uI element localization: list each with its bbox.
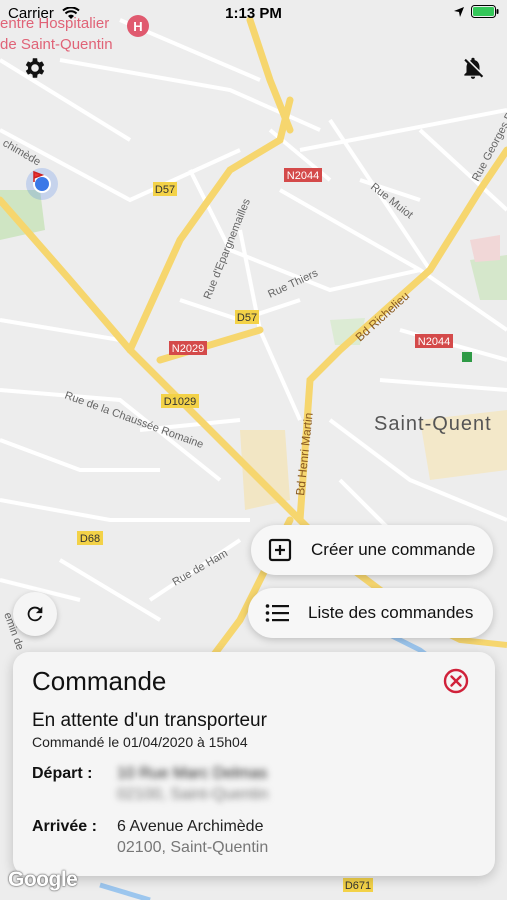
road-badge-d57-a: D57 [155, 184, 175, 196]
road-badge-d671: D671 [345, 880, 371, 892]
arrival-address-line2: 02100, Saint-Quentin [117, 839, 269, 856]
order-date: Commandé le 01/04/2020 à 15h04 [32, 734, 248, 750]
road-badge-d68: D68 [80, 533, 100, 545]
create-order-label: Créer une commande [311, 540, 476, 559]
road-badge-n2044-b: N2044 [418, 336, 450, 348]
settings-button[interactable] [17, 50, 53, 86]
road-badge-n2029: N2029 [172, 343, 204, 355]
gear-icon [25, 58, 45, 78]
arrival-address-line1: 6 Avenue Archimède [117, 818, 264, 835]
departure-address-line2: 02100, Saint-Quentin [117, 786, 269, 803]
close-icon[interactable] [441, 666, 471, 696]
departure-address-line1: 10 Rue Marc Delmas [117, 765, 268, 782]
map-label-city: Saint-Quent [374, 413, 492, 435]
departure-label: Départ : [32, 765, 93, 782]
list-icon [262, 598, 292, 628]
bell-off-icon [464, 57, 484, 79]
notifications-off-button[interactable] [455, 50, 491, 86]
status-bar: Carrier 1:13 PM [0, 0, 507, 28]
refresh-icon [27, 606, 43, 622]
order-status: En attente d'un transporteur [32, 710, 267, 731]
google-attribution[interactable]: Google [8, 868, 78, 892]
road-badge-n2044-a: N2044 [287, 170, 319, 182]
plus-box-icon [265, 535, 295, 565]
order-list-button[interactable]: Liste des commandes [248, 588, 493, 638]
status-right [453, 5, 499, 18]
road-badge-d57-b: D57 [237, 312, 257, 324]
refresh-button[interactable] [13, 592, 57, 636]
create-order-button[interactable]: Créer une commande [251, 525, 493, 575]
order-card-title: Commande [32, 666, 167, 696]
location-arrow-icon [454, 6, 464, 17]
order-card: Commande En attente d'un transporteur Co… [13, 652, 495, 876]
order-list-label: Liste des commandes [308, 603, 474, 622]
clock: 1:13 PM [225, 5, 282, 22]
battery-icon [471, 5, 499, 18]
arrival-label: Arrivée : [32, 818, 97, 835]
road-badge-d1029: D1029 [164, 396, 196, 408]
